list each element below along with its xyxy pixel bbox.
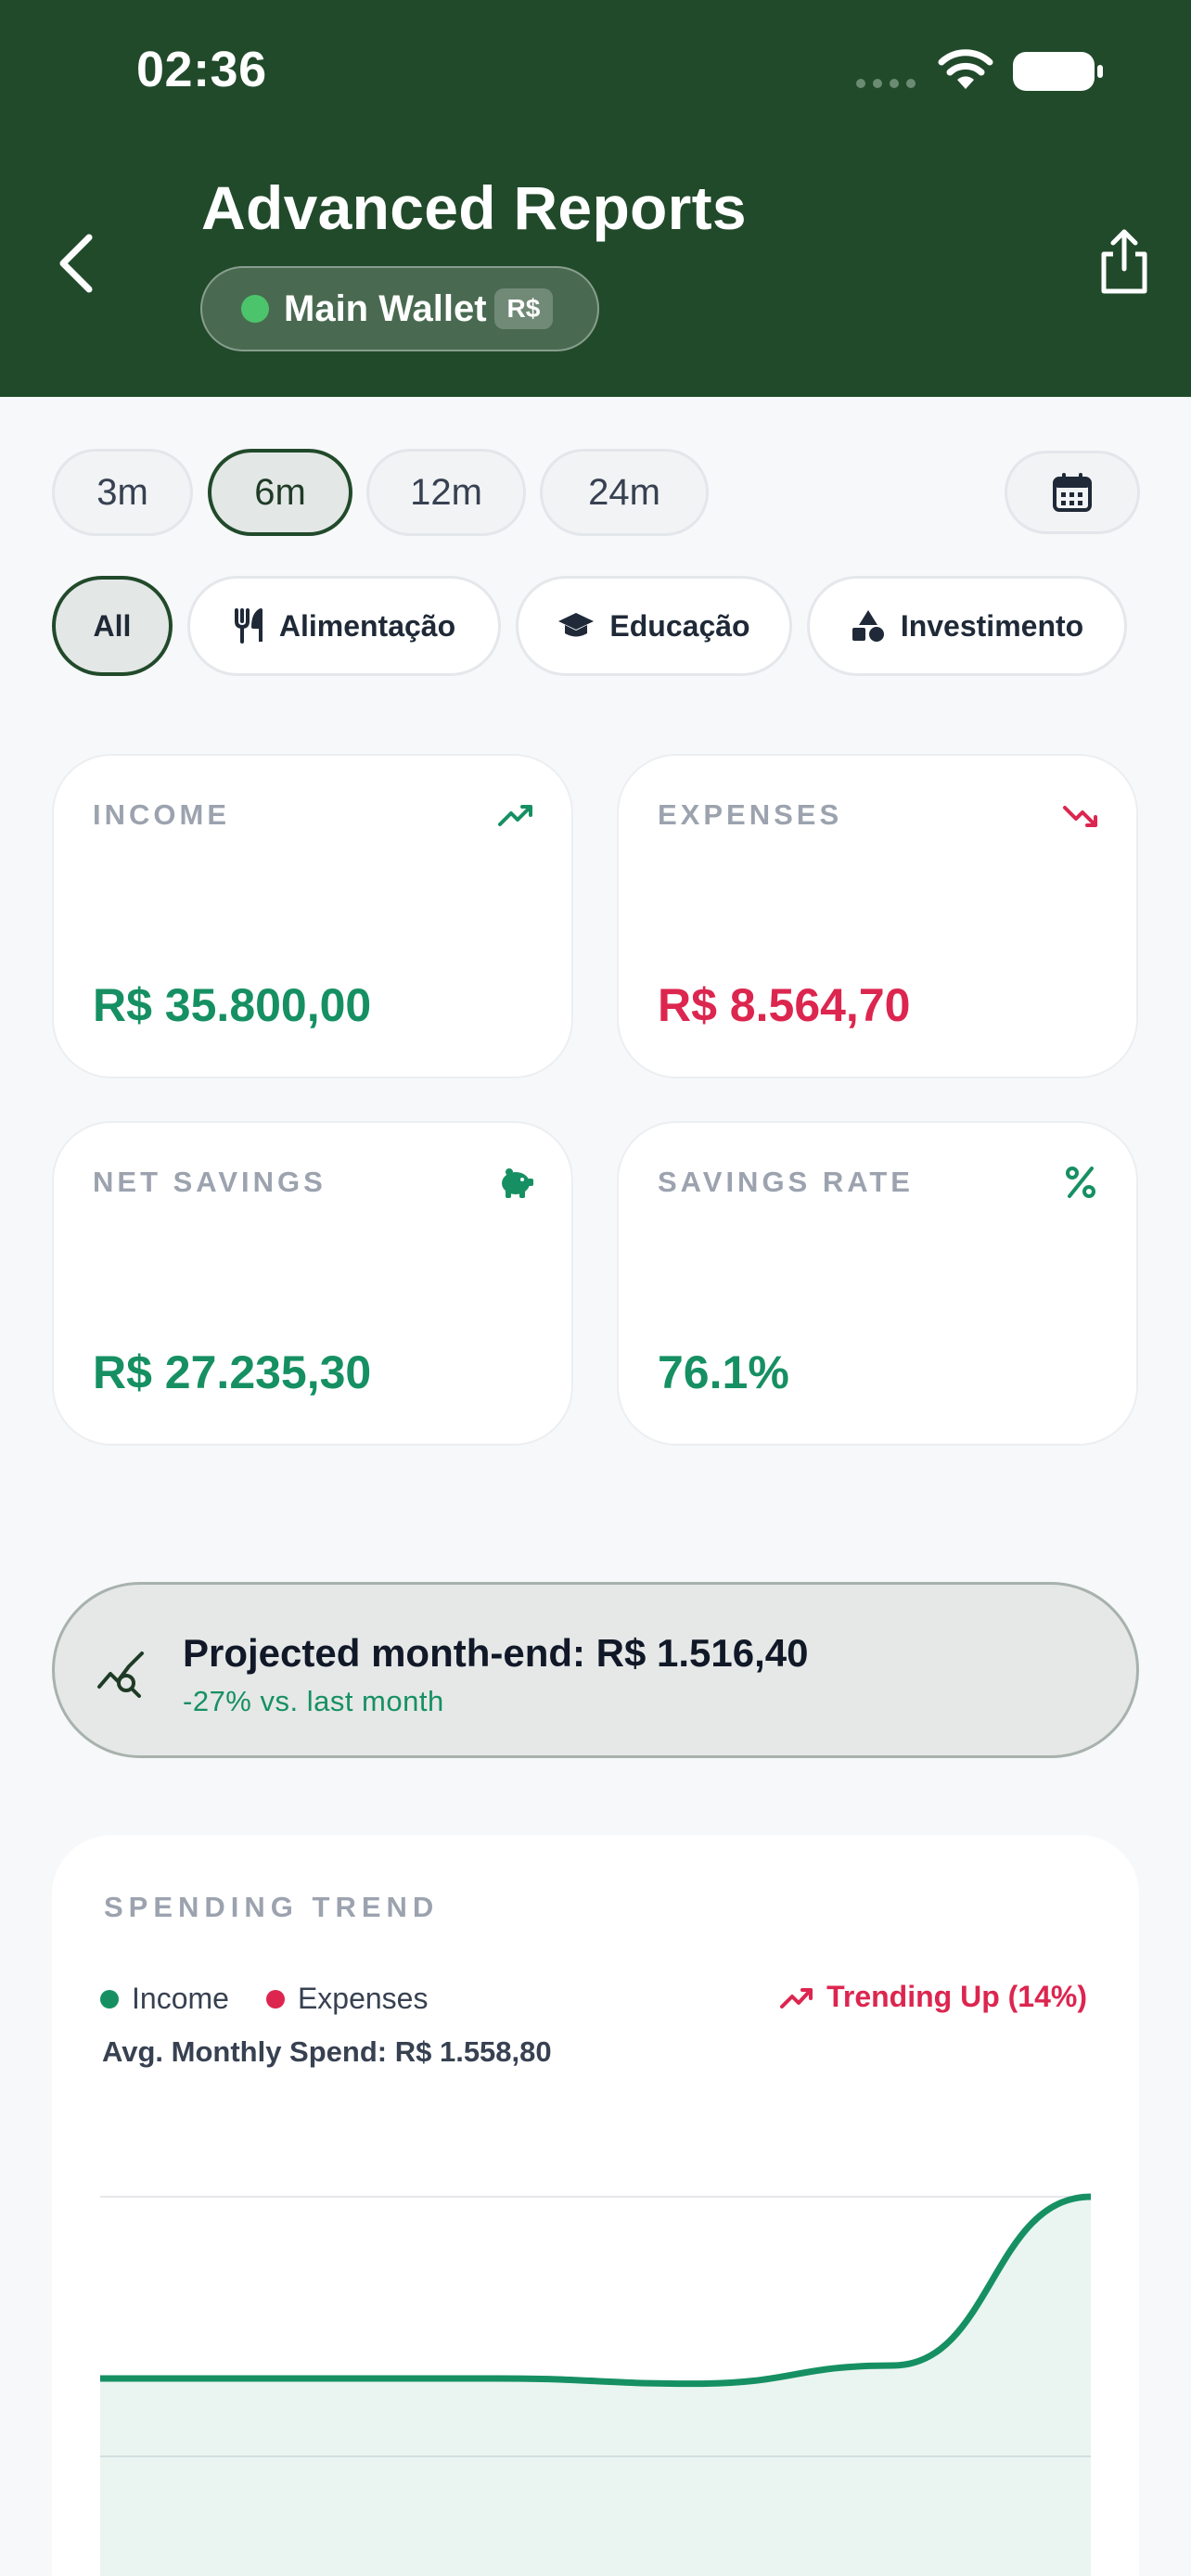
category-educacao-label: Educação <box>609 608 750 643</box>
avg-monthly-spend: Avg. Monthly Spend: R$ 1.558,80 <box>102 2035 552 2068</box>
spending-trend-chart <box>100 2193 1091 2576</box>
back-icon[interactable] <box>52 230 104 297</box>
wallet-selector[interactable]: Main Wallet R$ <box>200 266 599 351</box>
trending-down-icon <box>1063 806 1097 827</box>
net-savings-card: NET SAVINGS R$ 27.235,30 <box>52 1121 573 1446</box>
percent-icon <box>1066 1167 1095 1198</box>
period-3m-button[interactable]: 3m <box>52 449 193 536</box>
period-24m-button[interactable]: 24m <box>540 449 709 536</box>
legend-income-dot <box>100 1989 119 2009</box>
expenses-card: EXPENSES R$ 8.564,70 <box>617 754 1138 1078</box>
battery-icon <box>1013 52 1103 91</box>
income-value: R$ 35.800,00 <box>93 979 372 1031</box>
period-selector: 3m 6m 12m 24m <box>0 449 1191 538</box>
trend-badge-label: Trending Up (14%) <box>826 1980 1087 2013</box>
category-alimentacao-chip[interactable]: Alimentação <box>187 576 501 676</box>
trending-up-icon <box>498 805 532 826</box>
piggy-bank-icon <box>502 1168 533 1198</box>
spending-trend-title: SPENDING TREND <box>104 1891 440 1923</box>
share-icon[interactable] <box>1095 226 1154 300</box>
projection-title: Projected month-end: R$ 1.516,40 <box>183 1631 809 1675</box>
wifi-icon <box>938 49 993 89</box>
legend-expenses-dot <box>265 1989 285 2009</box>
legend-income-label: Income <box>132 1982 229 2015</box>
category-investimento-label: Investimento <box>900 608 1084 643</box>
savings-rate-label: SAVINGS RATE <box>658 1166 914 1198</box>
calendar-icon <box>1053 473 1092 512</box>
savings-rate-card: SAVINGS RATE 76.1% <box>617 1121 1138 1446</box>
category-investimento-chip[interactable]: Investimento <box>807 576 1127 676</box>
shapes-icon <box>852 610 884 642</box>
expenses-label: EXPENSES <box>658 798 843 831</box>
header: 02:36 Advanced Reports Main Wallet R$ <box>0 0 1191 397</box>
income-area <box>100 2197 1091 2576</box>
period-12m-button[interactable]: 12m <box>366 449 526 536</box>
net-savings-label: NET SAVINGS <box>93 1166 327 1198</box>
graduation-cap-icon <box>558 613 595 637</box>
chart-search-icon <box>97 1651 144 1698</box>
projection-subtitle: -27% vs. last month <box>183 1685 444 1717</box>
utensils-icon <box>234 608 263 644</box>
wallet-currency-badge: R$ <box>493 288 554 329</box>
savings-rate-value: 76.1% <box>658 1346 789 1398</box>
legend-expenses-label: Expenses <box>297 1982 429 2015</box>
status-time: 02:36 <box>136 42 267 97</box>
projection-banner[interactable]: Projected month-end: R$ 1.516,40 -27% vs… <box>52 1582 1139 1758</box>
page-title: Advanced Reports <box>201 173 747 242</box>
calendar-button[interactable] <box>1005 451 1140 534</box>
spending-trend-card: SPENDING TREND Income Expenses Trending … <box>52 1835 1139 2576</box>
trending-up-icon <box>780 1987 813 2009</box>
category-filter: All Alimentação Educação Investimento <box>0 576 1191 676</box>
income-label: INCOME <box>93 798 230 831</box>
category-educacao-chip[interactable]: Educação <box>516 576 792 676</box>
category-all-label: All <box>93 608 132 643</box>
cellular-signal-icon <box>856 79 916 88</box>
wallet-name: Main Wallet <box>284 287 487 329</box>
chart-legend: Income Expenses <box>100 1982 428 2016</box>
category-alimentacao-label: Alimentação <box>278 608 456 643</box>
wallet-status-dot <box>241 295 269 323</box>
category-all-chip[interactable]: All <box>52 576 173 676</box>
expenses-value: R$ 8.564,70 <box>658 979 911 1031</box>
income-card: INCOME R$ 35.800,00 <box>52 754 573 1078</box>
trend-badge: Trending Up (14%) <box>780 1980 1087 2014</box>
period-6m-button[interactable]: 6m <box>208 449 352 536</box>
net-savings-value: R$ 27.235,30 <box>93 1346 372 1398</box>
